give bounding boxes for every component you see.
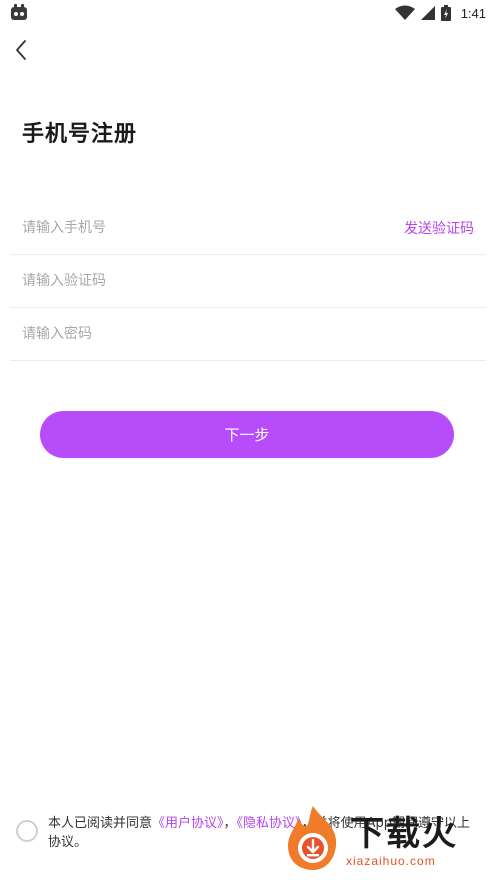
chevron-left-icon bbox=[16, 40, 26, 60]
send-code-button[interactable]: 发送验证码 bbox=[404, 218, 474, 238]
phone-input[interactable] bbox=[22, 202, 382, 254]
code-row bbox=[10, 255, 486, 308]
battery-icon bbox=[440, 5, 451, 21]
agreement-prefix: 本人已阅读并同意 bbox=[48, 816, 153, 831]
user-agreement-link[interactable]: 《用户协议》 bbox=[152, 816, 224, 831]
watermark-title: 下载火 bbox=[350, 814, 458, 854]
wifi-icon bbox=[394, 5, 415, 20]
agreement-checkbox[interactable] bbox=[16, 820, 38, 842]
password-input[interactable] bbox=[22, 308, 382, 360]
flame-logo-icon bbox=[288, 806, 337, 870]
watermark-logo: 下载火 xiazaihuo.com bbox=[282, 804, 492, 876]
status-bar: 1:41 bbox=[0, 0, 496, 26]
registration-form: 发送验证码 bbox=[10, 202, 486, 361]
next-step-button[interactable]: 下一步 bbox=[40, 411, 454, 458]
status-time: 1:41 bbox=[460, 5, 486, 21]
app-notification-icon bbox=[11, 4, 27, 20]
cellular-signal-icon bbox=[420, 6, 435, 20]
verification-code-input[interactable] bbox=[22, 255, 382, 307]
password-row bbox=[10, 308, 486, 361]
back-button[interactable] bbox=[10, 38, 34, 62]
phone-row: 发送验证码 bbox=[10, 202, 486, 255]
watermark-domain: xiazaihuo.com bbox=[346, 854, 436, 868]
page-title: 手机号注册 bbox=[22, 122, 138, 147]
status-icons: 1:41 bbox=[394, 3, 486, 23]
agreement-separator: ， bbox=[223, 816, 237, 831]
